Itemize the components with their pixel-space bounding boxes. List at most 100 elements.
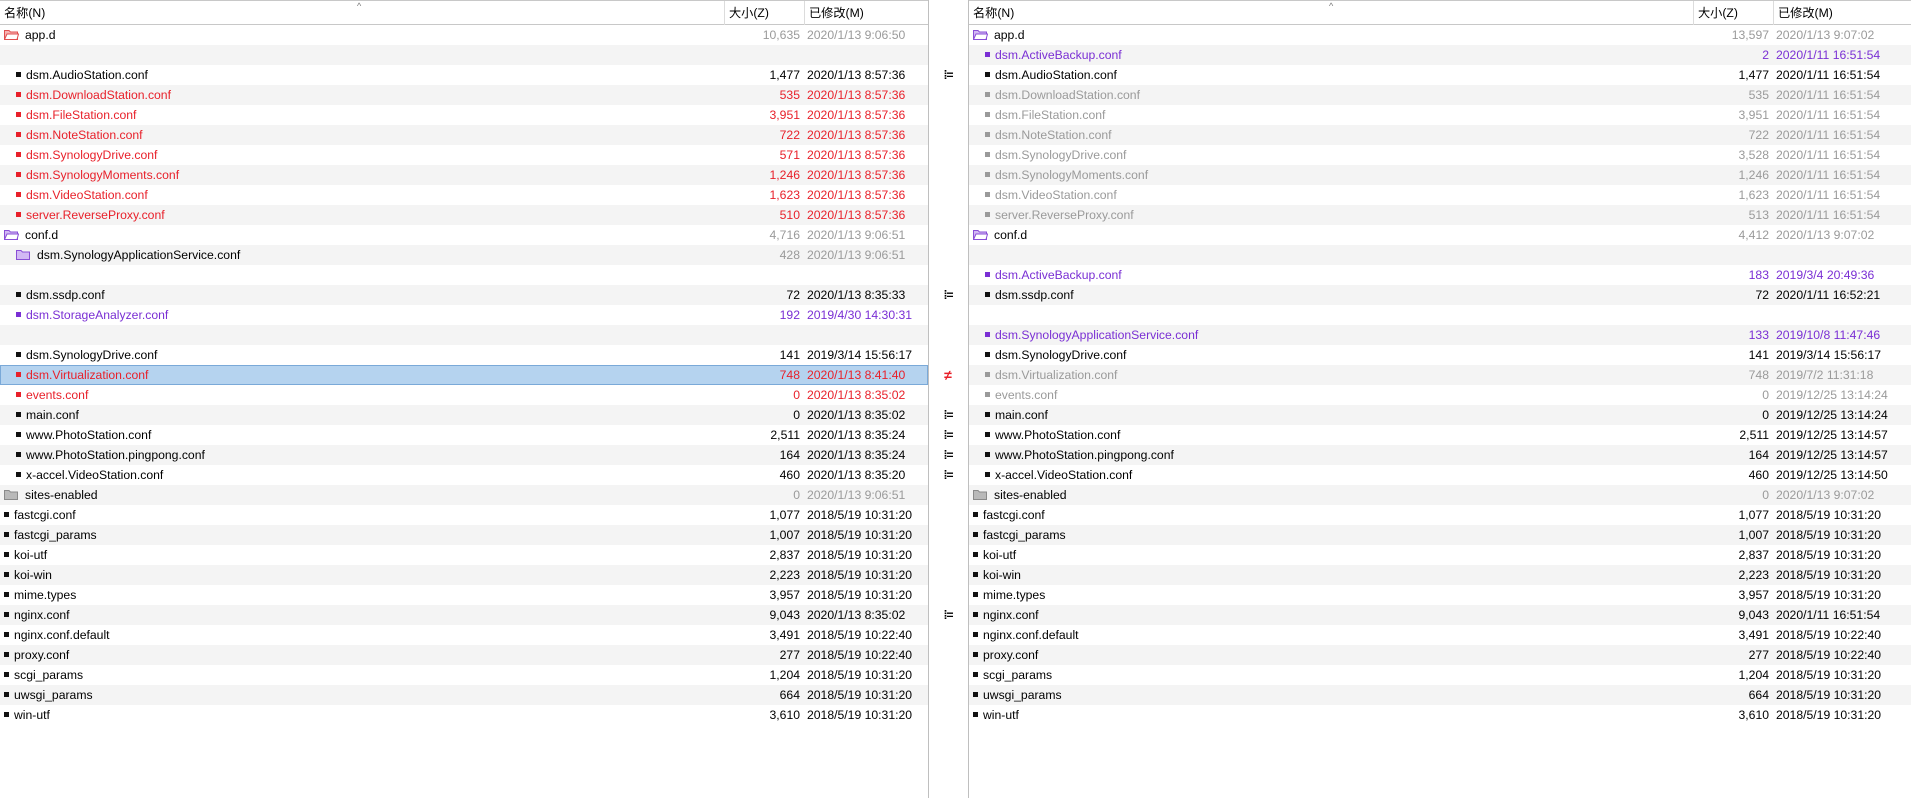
file-row[interactable]: dsm.Virtualization.conf 748 2020/1/13 8:41… bbox=[0, 365, 928, 385]
file-row[interactable]: win-utf 3,610 2018/5/19 10:31:20 bbox=[0, 705, 928, 725]
file-row[interactable]: fastcgi_params 1,007 2018/5/19 10:31:20 bbox=[969, 525, 1911, 545]
file-row[interactable]: dsm.SynologyDrive.conf 141 2019/3/14 15:56… bbox=[0, 345, 928, 365]
file-row[interactable]: dsm.SynologyApplicationService.conf 428 20… bbox=[0, 245, 928, 265]
file-row[interactable]: fastcgi.conf 1,077 2018/5/19 10:31:20 bbox=[0, 505, 928, 525]
equal-compare-icon[interactable]: ⁞= bbox=[929, 465, 967, 485]
file-row[interactable]: win-utf 3,610 2018/5/19 10:31:20 bbox=[969, 705, 1911, 725]
file-row[interactable]: www.PhotoStation.pingpong.conf 164 2019/12… bbox=[969, 445, 1911, 465]
file-modified-date: 2020/1/11 16:51:54 bbox=[1776, 68, 1881, 82]
left-folder-pane[interactable]: 名称(N) ^ 大小(Z) 已修改(M) app.d 10,635 2020/1/1… bbox=[0, 0, 929, 798]
modified-column-header[interactable]: 已修改(M) bbox=[1774, 1, 1911, 25]
size-column-header[interactable]: 大小(Z) bbox=[725, 1, 805, 25]
file-row[interactable]: nginx.conf.default 3,491 2018/5/19 10:22:4… bbox=[969, 625, 1911, 645]
modified-column-header[interactable]: 已修改(M) bbox=[805, 1, 928, 25]
file-name: dsm.ActiveBackup.conf bbox=[995, 268, 1122, 282]
file-name-cell: events.conf bbox=[969, 385, 1705, 405]
file-row[interactable]: uwsgi_params 664 2018/5/19 10:31:20 bbox=[969, 685, 1911, 705]
file-row[interactable]: dsm.VideoStation.conf 1,623 2020/1/13 8:57… bbox=[0, 185, 928, 205]
gutter-empty bbox=[929, 25, 967, 45]
equal-compare-icon[interactable]: ⁞= bbox=[929, 65, 967, 85]
file-row[interactable]: proxy.conf 277 2018/5/19 10:22:40 bbox=[969, 645, 1911, 665]
file-row[interactable]: dsm.SynologyDrive.conf 571 2020/1/13 8:57:… bbox=[0, 145, 928, 165]
file-row[interactable]: main.conf 0 2020/1/13 8:35:02 bbox=[0, 405, 928, 425]
file-size: 13,597 bbox=[1731, 28, 1769, 42]
file-row[interactable]: dsm.SynologyDrive.conf 3,528 2020/1/11 16:… bbox=[969, 145, 1911, 165]
file-row[interactable]: x-accel.VideoStation.conf 460 2019/12/25 1… bbox=[969, 465, 1911, 485]
file-row[interactable]: conf.d 4,716 2020/1/13 9:06:51 bbox=[0, 225, 928, 245]
right-file-list[interactable]: app.d 13,597 2020/1/13 9:07:02 dsm.ActiveBa… bbox=[969, 25, 1911, 725]
size-column-header[interactable]: 大小(Z) bbox=[1694, 1, 1774, 25]
file-row[interactable]: www.PhotoStation.conf 2,511 2020/1/13 8:35… bbox=[0, 425, 928, 445]
file-row[interactable]: koi-win 2,223 2018/5/19 10:31:20 bbox=[969, 565, 1911, 585]
equal-compare-icon[interactable]: ⁞= bbox=[929, 425, 967, 445]
file-row[interactable]: dsm.NoteStation.conf 722 2020/1/13 8:57:36 bbox=[0, 125, 928, 145]
file-row[interactable]: dsm.ActiveBackup.conf 2 2020/1/11 16:51:54 bbox=[969, 45, 1911, 65]
file-name: koi-win bbox=[983, 568, 1021, 582]
file-row[interactable]: koi-utf 2,837 2018/5/19 10:31:20 bbox=[0, 545, 928, 565]
file-row[interactable]: mime.types 3,957 2018/5/19 10:31:20 bbox=[969, 585, 1911, 605]
file-name: www.PhotoStation.conf bbox=[26, 428, 152, 442]
file-row[interactable]: nginx.conf 9,043 2020/1/11 16:51:54 bbox=[969, 605, 1911, 625]
file-row[interactable]: dsm.SynologyApplicationService.conf 133 20… bbox=[969, 325, 1911, 345]
file-row[interactable]: conf.d 4,412 2020/1/13 9:07:02 bbox=[969, 225, 1911, 245]
file-row[interactable]: uwsgi_params 664 2018/5/19 10:31:20 bbox=[0, 685, 928, 705]
file-row[interactable]: dsm.SynologyDrive.conf 141 2019/3/14 15:56… bbox=[969, 345, 1911, 365]
file-row[interactable]: dsm.DownloadStation.conf 535 2020/1/11 16:… bbox=[969, 85, 1911, 105]
file-row[interactable]: dsm.DownloadStation.conf 535 2020/1/13 8:5… bbox=[0, 85, 928, 105]
file-row[interactable]: fastcgi_params 1,007 2018/5/19 10:31:20 bbox=[0, 525, 928, 545]
file-row[interactable]: server.ReverseProxy.conf 510 2020/1/13 8:5… bbox=[0, 205, 928, 225]
file-row[interactable]: koi-utf 2,837 2018/5/19 10:31:20 bbox=[969, 545, 1911, 565]
file-name-cell: dsm.SynologyMoments.conf bbox=[0, 165, 736, 185]
not-equal-compare-icon[interactable]: ≠ bbox=[929, 365, 967, 385]
file-row[interactable]: scgi_params 1,204 2018/5/19 10:31:20 bbox=[969, 665, 1911, 685]
file-row[interactable]: x-accel.VideoStation.conf 460 2020/1/13 8:… bbox=[0, 465, 928, 485]
file-row[interactable]: scgi_params 1,204 2018/5/19 10:31:20 bbox=[0, 665, 928, 685]
file-row[interactable]: events.conf 0 2019/12/25 13:14:24 bbox=[969, 385, 1911, 405]
file-row[interactable]: app.d 13,597 2020/1/13 9:07:02 bbox=[969, 25, 1911, 45]
file-row[interactable]: main.conf 0 2019/12/25 13:14:24 bbox=[969, 405, 1911, 425]
file-row[interactable]: proxy.conf 277 2018/5/19 10:22:40 bbox=[0, 645, 928, 665]
file-row[interactable]: www.PhotoStation.pingpong.conf 164 2020/1/… bbox=[0, 445, 928, 465]
equal-compare-icon[interactable]: ⁞= bbox=[929, 285, 967, 305]
file-row[interactable]: dsm.AudioStation.conf 1,477 2020/1/11 16:5… bbox=[969, 65, 1911, 85]
file-icon bbox=[985, 212, 990, 218]
file-row[interactable]: dsm.NoteStation.conf 722 2020/1/11 16:51:5… bbox=[969, 125, 1911, 145]
file-row[interactable]: mime.types 3,957 2018/5/19 10:31:20 bbox=[0, 585, 928, 605]
file-modified-date: 2019/10/8 11:47:46 bbox=[1776, 328, 1881, 342]
file-row[interactable]: nginx.conf 9,043 2020/1/13 8:35:02 bbox=[0, 605, 928, 625]
file-row[interactable]: www.PhotoStation.conf 2,511 2019/12/25 13:… bbox=[969, 425, 1911, 445]
equal-compare-icon[interactable]: ⁞= bbox=[929, 405, 967, 425]
file-row[interactable]: koi-win 2,223 2018/5/19 10:31:20 bbox=[0, 565, 928, 585]
gutter-empty bbox=[929, 165, 967, 185]
file-row[interactable]: dsm.ActiveBackup.conf 183 2019/3/4 20:49:3… bbox=[969, 265, 1911, 285]
gutter-row bbox=[929, 625, 967, 645]
file-row[interactable]: server.ReverseProxy.conf 513 2020/1/11 16:… bbox=[969, 205, 1911, 225]
file-name: uwsgi_params bbox=[983, 688, 1062, 702]
file-name-cell: nginx.conf bbox=[0, 605, 724, 625]
file-row[interactable]: dsm.ssdp.conf 72 2020/1/11 16:52:21 bbox=[969, 285, 1911, 305]
file-icon bbox=[985, 432, 990, 438]
file-row[interactable]: dsm.FileStation.conf 3,951 2020/1/11 16:51… bbox=[969, 105, 1911, 125]
file-row[interactable]: dsm.StorageAnalyzer.conf 192 2019/4/30 14:… bbox=[0, 305, 928, 325]
file-row[interactable]: sites-enabled 0 2020/1/13 9:06:51 bbox=[0, 485, 928, 505]
file-row[interactable]: fastcgi.conf 1,077 2018/5/19 10:31:20 bbox=[969, 505, 1911, 525]
file-row[interactable]: dsm.SynologyMoments.conf 1,246 2020/1/13 8… bbox=[0, 165, 928, 185]
name-column-header[interactable]: 名称(N) bbox=[0, 1, 725, 25]
file-row[interactable]: nginx.conf.default 3,491 2018/5/19 10:22:4… bbox=[0, 625, 928, 645]
left-file-list[interactable]: app.d 10,635 2020/1/13 9:06:50 dsm.AudioSta… bbox=[0, 25, 928, 725]
equal-compare-icon[interactable]: ⁞= bbox=[929, 445, 967, 465]
file-row[interactable]: dsm.Virtualization.conf 748 2019/7/2 11:31… bbox=[969, 365, 1911, 385]
file-row[interactable]: sites-enabled 0 2020/1/13 9:07:02 bbox=[969, 485, 1911, 505]
file-row[interactable]: dsm.SynologyMoments.conf 1,246 2020/1/11 1… bbox=[969, 165, 1911, 185]
file-row[interactable]: dsm.FileStation.conf 3,951 2020/1/13 8:57:… bbox=[0, 105, 928, 125]
file-row[interactable]: dsm.AudioStation.conf 1,477 2020/1/13 8:57… bbox=[0, 65, 928, 85]
file-name-cell: sites-enabled bbox=[969, 485, 1693, 505]
right-folder-pane[interactable]: 名称(N) ^ 大小(Z) 已修改(M) app.d 13,597 2020/1/1… bbox=[968, 0, 1911, 798]
file-row[interactable]: events.conf 0 2020/1/13 8:35:02 bbox=[0, 385, 928, 405]
empty-row bbox=[0, 45, 928, 65]
equal-compare-icon[interactable]: ⁞= bbox=[929, 605, 967, 625]
file-row[interactable]: app.d 10,635 2020/1/13 9:06:50 bbox=[0, 25, 928, 45]
file-row[interactable]: dsm.VideoStation.conf 1,623 2020/1/11 16:5… bbox=[969, 185, 1911, 205]
file-size: 183 bbox=[1748, 268, 1769, 282]
file-row[interactable]: dsm.ssdp.conf 72 2020/1/13 8:35:33 bbox=[0, 285, 928, 305]
